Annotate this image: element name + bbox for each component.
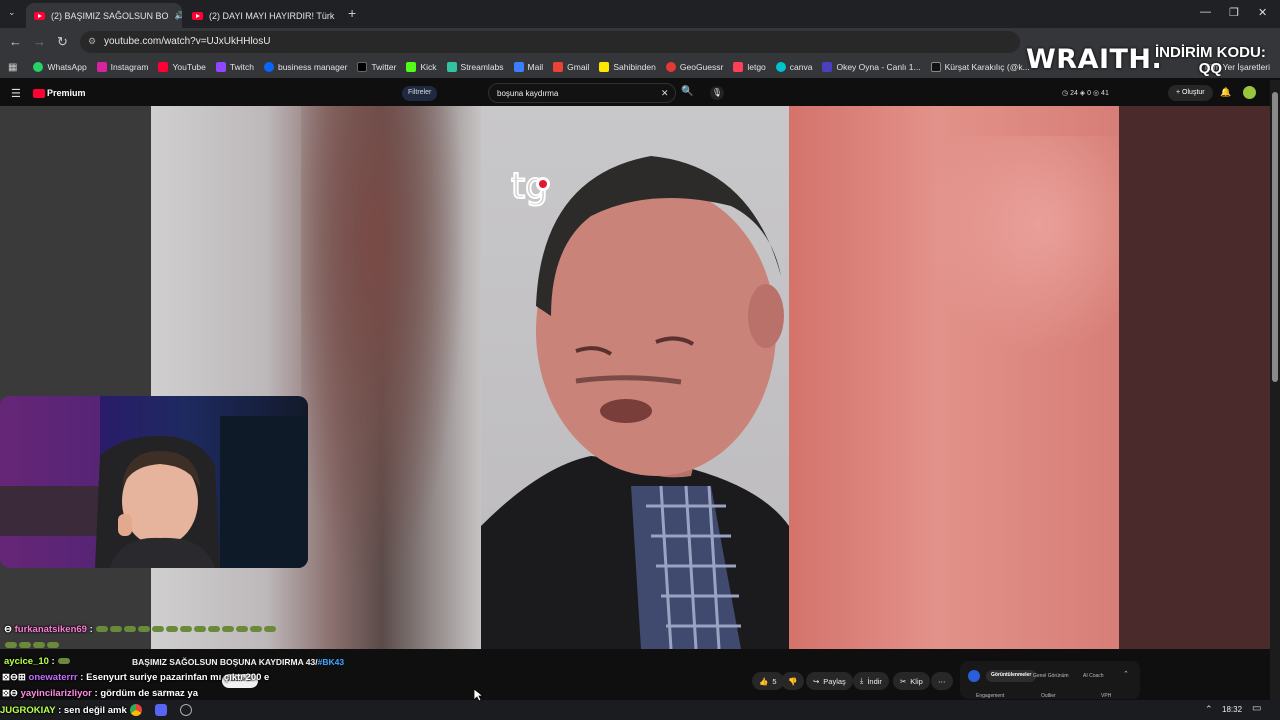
youtube-premium-label[interactable]: Premium (47, 88, 86, 98)
bookmark-item[interactable]: canva (775, 62, 812, 72)
streamer-image (0, 396, 308, 568)
tab-active[interactable]: (2) BAŞIMIZ SAĞOLSUN BO 🔊 ✕ (26, 3, 182, 28)
bookmark-item[interactable]: WhatsApp (33, 62, 87, 72)
reload-icon[interactable]: ↻ (57, 34, 68, 50)
url-text: youtube.com/watch?v=UJxUkHHlosU (104, 36, 271, 47)
person-image: tg (481, 156, 789, 649)
clip-button[interactable]: ✂ Klip (893, 672, 930, 690)
tab-strip: ⌄ (2) BAŞIMIZ SAĞOLSUN BO 🔊 ✕ (2) DAYI M… (0, 0, 1280, 28)
tray-chevron-icon[interactable]: ⌃ (1205, 704, 1213, 715)
search-icon[interactable]: 🔍 (681, 86, 693, 97)
bookmark-item[interactable]: Okey Oyna - Canlı 1... (822, 62, 921, 72)
chat-emote-row (4, 640, 60, 651)
like-button[interactable]: 👍 5 (752, 672, 784, 690)
apps-icon[interactable]: ▦ (8, 62, 17, 73)
site-info-icon[interactable]: ⚙ (88, 36, 96, 47)
bookmark-item[interactable]: Twitter (357, 62, 396, 72)
video-title: BAŞIMIZ SAĞOLSUN BOŞUNA KAYDIRMA 43/#BK4… (132, 657, 345, 667)
thumbs-down-icon: 👎 (788, 676, 798, 686)
chat-badge-icon: ⊖ (4, 624, 15, 635)
scissors-icon: ✂ (900, 676, 907, 686)
tab-title: (2) BAŞIMIZ SAĞOLSUN BO (51, 10, 169, 21)
tab-title: (2) DAYI MAYI HAYIRDIR! Türk (209, 10, 335, 21)
taskbar: ⌃ 18:32 ▭ (0, 700, 1280, 720)
scrollbar-thumb[interactable] (1272, 92, 1278, 382)
create-button[interactable]: + Oluştur (1168, 85, 1213, 101)
discord-icon[interactable] (155, 704, 167, 716)
bookmark-item[interactable]: Kick (406, 62, 437, 72)
thumbs-up-icon: 👍 (759, 676, 769, 686)
minimize-icon[interactable]: — (1200, 6, 1211, 18)
youtube-logo-icon[interactable] (33, 89, 45, 98)
chat-message: JUGROKIAY : sen değil amk (0, 705, 127, 716)
youtube-favicon-icon (192, 11, 203, 20)
tab-search-icon[interactable]: ⌄ (8, 7, 16, 18)
analytics-col: VPH (1101, 693, 1112, 699)
restore-icon[interactable]: ❐ (1229, 6, 1239, 19)
bookmark-item[interactable]: Twitch (215, 62, 254, 72)
filters-button[interactable]: Filtreler (402, 86, 438, 101)
menu-icon[interactable]: ☰ (11, 87, 21, 100)
chat-badge-icon: ⊠⊖ (2, 688, 21, 699)
voice-search-icon[interactable]: 🎙 (710, 86, 724, 100)
sponsor-logo: WRAITH. (1026, 44, 1163, 75)
speaker-icon[interactable]: 🔊 (175, 11, 182, 20)
share-button[interactable]: ↪ Paylaş (806, 672, 853, 690)
clear-search-icon[interactable]: ✕ (661, 88, 669, 99)
bookmark-item[interactable]: letgo (733, 62, 766, 72)
address-bar[interactable]: ⚙ youtube.com/watch?v=UJxUkHHlosU (80, 31, 1020, 53)
more-actions-button[interactable]: ⋯ (931, 672, 953, 690)
notification-icon[interactable]: ▭ (1252, 703, 1261, 714)
bookmark-item[interactable]: Instagram (96, 62, 148, 72)
more-icon: ⋯ (938, 676, 946, 686)
analytics-col: Engagement (976, 693, 1005, 699)
close-window-icon[interactable]: ✕ (1258, 6, 1267, 19)
chat-badge-icon: ⊠⊖⊞ (2, 672, 29, 683)
video-letterbox-right (1119, 106, 1270, 649)
bookmark-item[interactable]: Kürşat Karakılıç (@k... (930, 62, 1030, 72)
tab-inactive[interactable]: (2) DAYI MAYI HAYIRDIR! Türk ✕ (184, 3, 340, 28)
chat-message: aycice_10 : (4, 656, 71, 667)
promo-code: İNDİRİM KODU: QQ (1155, 44, 1266, 77)
dislike-button[interactable]: 👎 (781, 672, 805, 690)
mouse-cursor-icon (474, 689, 483, 702)
chat-message: ⊖ furkanatsiken69 : (4, 624, 277, 635)
stat-counter: ◷ 24 ◈ 0 ◎ 41 (1062, 90, 1109, 97)
bookmark-item[interactable]: Gmail (553, 62, 589, 72)
bookmark-item[interactable]: business manager (263, 62, 347, 72)
bookmark-item[interactable]: Streamlabs (446, 62, 504, 72)
video-frame: tg (481, 106, 789, 649)
bookmark-item[interactable]: Sahibinden (599, 62, 656, 72)
back-icon[interactable]: ← (9, 34, 22, 49)
taskbar-app-icon[interactable] (180, 704, 192, 716)
video-blur-right (789, 106, 1119, 649)
download-button[interactable]: ⤓ İndir (853, 672, 889, 690)
analytics-tab[interactable]: Görüntülenmeler (986, 670, 1037, 682)
page-scrollbar[interactable] (1270, 80, 1280, 700)
webcam-overlay (0, 396, 308, 568)
forward-icon[interactable]: → (33, 34, 46, 49)
analytics-tab[interactable]: Genel Görünüm (1033, 673, 1069, 679)
clock: 18:32 (1222, 705, 1243, 714)
bookmark-item[interactable]: YouTube (158, 62, 206, 72)
avatar[interactable] (1243, 86, 1256, 99)
analytics-panel: Görüntülenmeler Genel Görünüm AI Coach ⌃… (960, 661, 1140, 699)
download-icon: ⤓ (860, 676, 864, 685)
search-input[interactable]: boşuna kaydırma ✕ (488, 83, 676, 103)
taskbar-app-icon[interactable] (130, 704, 142, 716)
collapse-icon[interactable]: ⌃ (1123, 670, 1129, 678)
new-tab-icon[interactable]: + (348, 5, 356, 21)
bookmark-item[interactable]: Mail (513, 62, 543, 72)
chat-message: ⊠⊖⊞ onewaterrr : Esenyurt suriye pazarin… (2, 672, 270, 683)
bookmark-item[interactable]: GeoGuessr (665, 62, 723, 72)
notifications-icon[interactable]: 🔔 (1220, 87, 1231, 98)
share-icon: ↪ (813, 676, 820, 686)
chat-message: ⊠⊖ yayincilarizliyor : gördüm de sarmaz … (2, 688, 198, 699)
analytics-logo-icon (968, 670, 980, 682)
analytics-tab[interactable]: AI Coach (1083, 673, 1104, 679)
analytics-col: Outlier (1041, 693, 1056, 699)
youtube-favicon-icon (34, 11, 45, 20)
